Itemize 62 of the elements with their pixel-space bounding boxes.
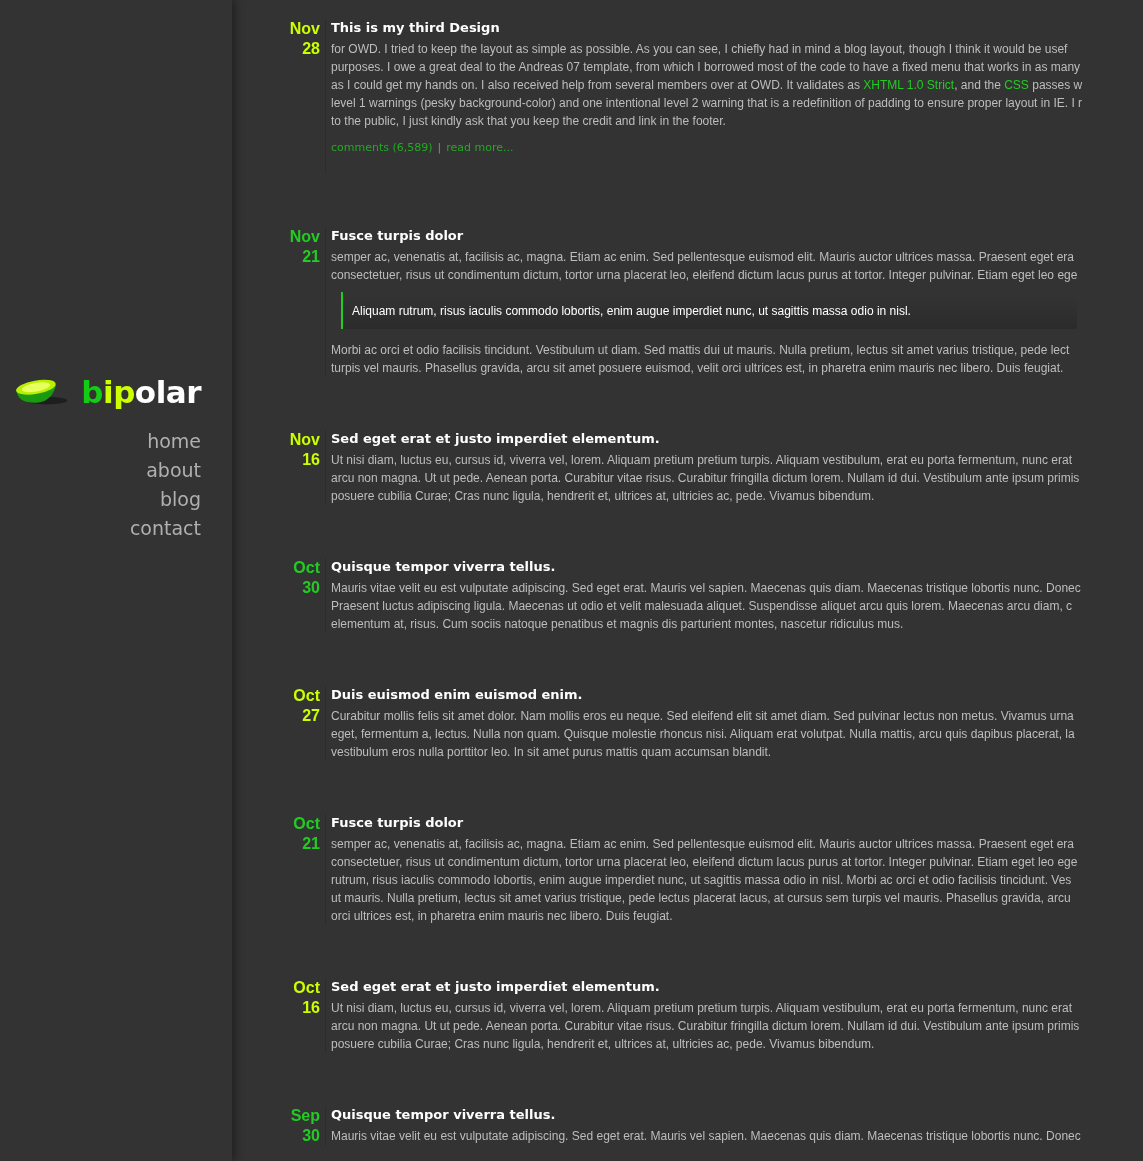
post-title: Quisque tempor viverra tellus. (331, 558, 557, 576)
lime-icon (14, 377, 70, 407)
post-text: as I could get my hands on. I also received help from several members over at OWD. It validates as XHTML 1.0 Strict, and the CSS passes w (331, 77, 1083, 94)
post-day: 16 (302, 998, 320, 1018)
post-text: semper ac, venenatis at, facilisis ac, magna. Etiam ac enim. Sed pellentesque euismod elit. Mauris auctor ultrices massa. Praesent eget era (331, 836, 1076, 853)
post-text: orci ultrices est, in pharetra enim mauris nec libero. Duis feugiat. (331, 908, 674, 925)
post-month: Nov (289, 430, 320, 450)
post-text: posuere cubilia Curae; Cras nunc ligula, hendrerit et, ultrices at, ultricies ac, pede. Vivamus bibendum. (331, 488, 876, 505)
post-text: purposes. I owe a great deal to the Andreas 07 template, from which I borrowed most of the code to have a fixed menu that works in as many (331, 59, 1082, 76)
post-text: ut mauris. Nulla pretium, lectus sit amet varius tristique, pede lectus placerat lacus, at cursus sem turpis vel mauris. Phasellus gravida, arcu (331, 890, 1072, 907)
nav-link[interactable]: about (146, 456, 201, 485)
post-text: elementum at, risus. Cum sociis natoque penatibus et magnis dis parturient montes, nascetur ridiculus mus. (331, 616, 905, 633)
post-day: 27 (302, 706, 320, 726)
post-text: Mauris vitae velit eu est vulputate adipiscing. Sed eget erat. Mauris vel sapien. Maecenas quis diam. Maecenas tristique lobortis nunc. Donec (331, 580, 1081, 597)
post-text: eget, fermentum a, lectus. Nulla non quam. Quisque molestie rhoncus nisi. Aliquam erat volutpat. Nulla mattis, arcu quis dapibus placerat, la (331, 726, 1075, 743)
post-text: Mauris vitae velit eu est vulputate adipiscing. Sed eget erat. Mauris vel sapien. Maecenas quis diam. Maecenas tristique lobortis nunc. Donec (331, 1128, 1081, 1145)
nav-link[interactable]: contact (129, 514, 201, 543)
post-text: turpis vel mauris. Phasellus gravida, arcu sit amet posuere euismod, velit orci ultrices est, in pharetra enim mauris nec libero. Duis feugiat. (331, 360, 1065, 377)
text-link[interactable]: CSS (1004, 78, 1029, 92)
read-more-link[interactable]: read more... (446, 141, 514, 154)
post-title: Sed eget erat et justo imperdiet elementum. (331, 978, 661, 996)
post-day: 30 (302, 1126, 320, 1146)
post-text: Curabitur mollis felis sit amet dolor. Nam mollis eros eu neque. Sed eleifend elit sit amet diam. Sed pulvinar lectus non metus. Vivamus urna (331, 708, 1075, 725)
post-day: 21 (302, 834, 320, 854)
post-day: 28 (302, 39, 320, 59)
post-title: This is my third Design (331, 19, 501, 37)
post-day: 30 (302, 578, 320, 598)
post-text: for OWD. I tried to keep the layout as simple as possible. As you can see, I chiefly had in mind a blog layout, though I think it would be usef (331, 41, 1069, 58)
post-text: arcu non magna. Ut ut pede. Aenean porta. Curabitur vitae risus. Curabitur fringilla dictum lorem. Nullam id dui. Vestibulum ante ipsum primis (331, 1018, 1080, 1035)
post-title: Sed eget erat et justo imperdiet elementum. (331, 430, 661, 448)
post-text: rutrum, risus iaculis commodo lobortis, enim augue imperdiet nunc, ut sagittis massa odio in nisl. Morbi ac orci et odio facilisis tincidunt. Ves (331, 872, 1073, 889)
post-text: vestibulum eros nulla porttitor leo. In sit amet purus mattis quam accumsan blandit. (331, 744, 773, 761)
post-title: Duis euismod enim euismod enim. (331, 686, 584, 704)
blockquote: Aliquam rutrum, risus iaculis commodo lobortis, enim augue imperdiet nunc, ut sagittis massa odio in nisl. (341, 292, 1078, 329)
site-logo[interactable]: bipolar (81, 372, 201, 412)
post-title: Fusce turpis dolor (331, 814, 465, 832)
post-month: Nov (289, 227, 320, 247)
post-month: Oct (293, 814, 320, 834)
post-text: Ut nisi diam, luctus eu, cursus id, viverra vel, lorem. Aliquam pretium pretium turpis. Aliquam vestibulum, erat eu porta fermentum, nunc erat (331, 1000, 1073, 1017)
post-title: Fusce turpis dolor (331, 227, 465, 245)
separator: | (437, 141, 442, 154)
post-day: 16 (302, 450, 320, 470)
post-text: to the public, I just kindly ask that you keep the credit and link in the footer. (331, 113, 727, 130)
comments-link[interactable]: comments (6,589) (331, 141, 433, 154)
post-text: posuere cubilia Curae; Cras nunc ligula, hendrerit et, ultrices at, ultricies ac, pede. Vivamus bibendum. (331, 1036, 876, 1053)
post-text: Praesent luctus adipiscing ligula. Maecenas ut odio et velit malesuada aliquet. Suspendisse aliquet arcu quis lorem. Maecenas arcu diam, c (331, 598, 1074, 615)
post-text: Ut nisi diam, luctus eu, cursus id, viverra vel, lorem. Aliquam pretium pretium turpis. Aliquam vestibulum, erat eu porta fermentum, nunc erat (331, 452, 1073, 469)
post-month: Nov (289, 19, 320, 39)
post-month: Oct (293, 558, 320, 578)
post-month: Oct (293, 978, 320, 998)
post-month: Oct (293, 686, 320, 706)
nav-link[interactable]: blog (159, 485, 201, 514)
post-text: Morbi ac orci et odio facilisis tincidunt. Vestibulum ut diam. Sed mattis dui ut mauris. Nulla pretium, lectus sit amet varius tristique, pede lect (331, 342, 1071, 359)
post-month: Sep (290, 1106, 320, 1126)
post-text: arcu non magna. Ut ut pede. Aenean porta. Curabitur vitae risus. Curabitur fringilla dictum lorem. Nullam id dui. Vestibulum ante ipsum primis (331, 470, 1080, 487)
nav-link[interactable]: home (147, 427, 201, 456)
post-day: 21 (302, 247, 320, 267)
post-text: consectetuer, risus ut condimentum dictum, tortor urna placerat leo, eleifend dictum lacus purus at tortor. Integer pulvinar. Etiam eget leo ege (331, 267, 1078, 284)
post-text: consectetuer, risus ut condimentum dictum, tortor urna placerat leo, eleifend dictum lacus purus at tortor. Integer pulvinar. Etiam eget leo ege (331, 854, 1078, 871)
post-text: level 1 warnings (pesky background-color) and one intentional level 2 warning that is a redefinition of padding to ensure proper layout in IE. I r (331, 95, 1083, 112)
post-title: Quisque tempor viverra tellus. (331, 1106, 557, 1124)
post-text: semper ac, venenatis at, facilisis ac, magna. Etiam ac enim. Sed pellentesque euismod elit. Mauris auctor ultrices massa. Praesent eget era (331, 249, 1076, 266)
